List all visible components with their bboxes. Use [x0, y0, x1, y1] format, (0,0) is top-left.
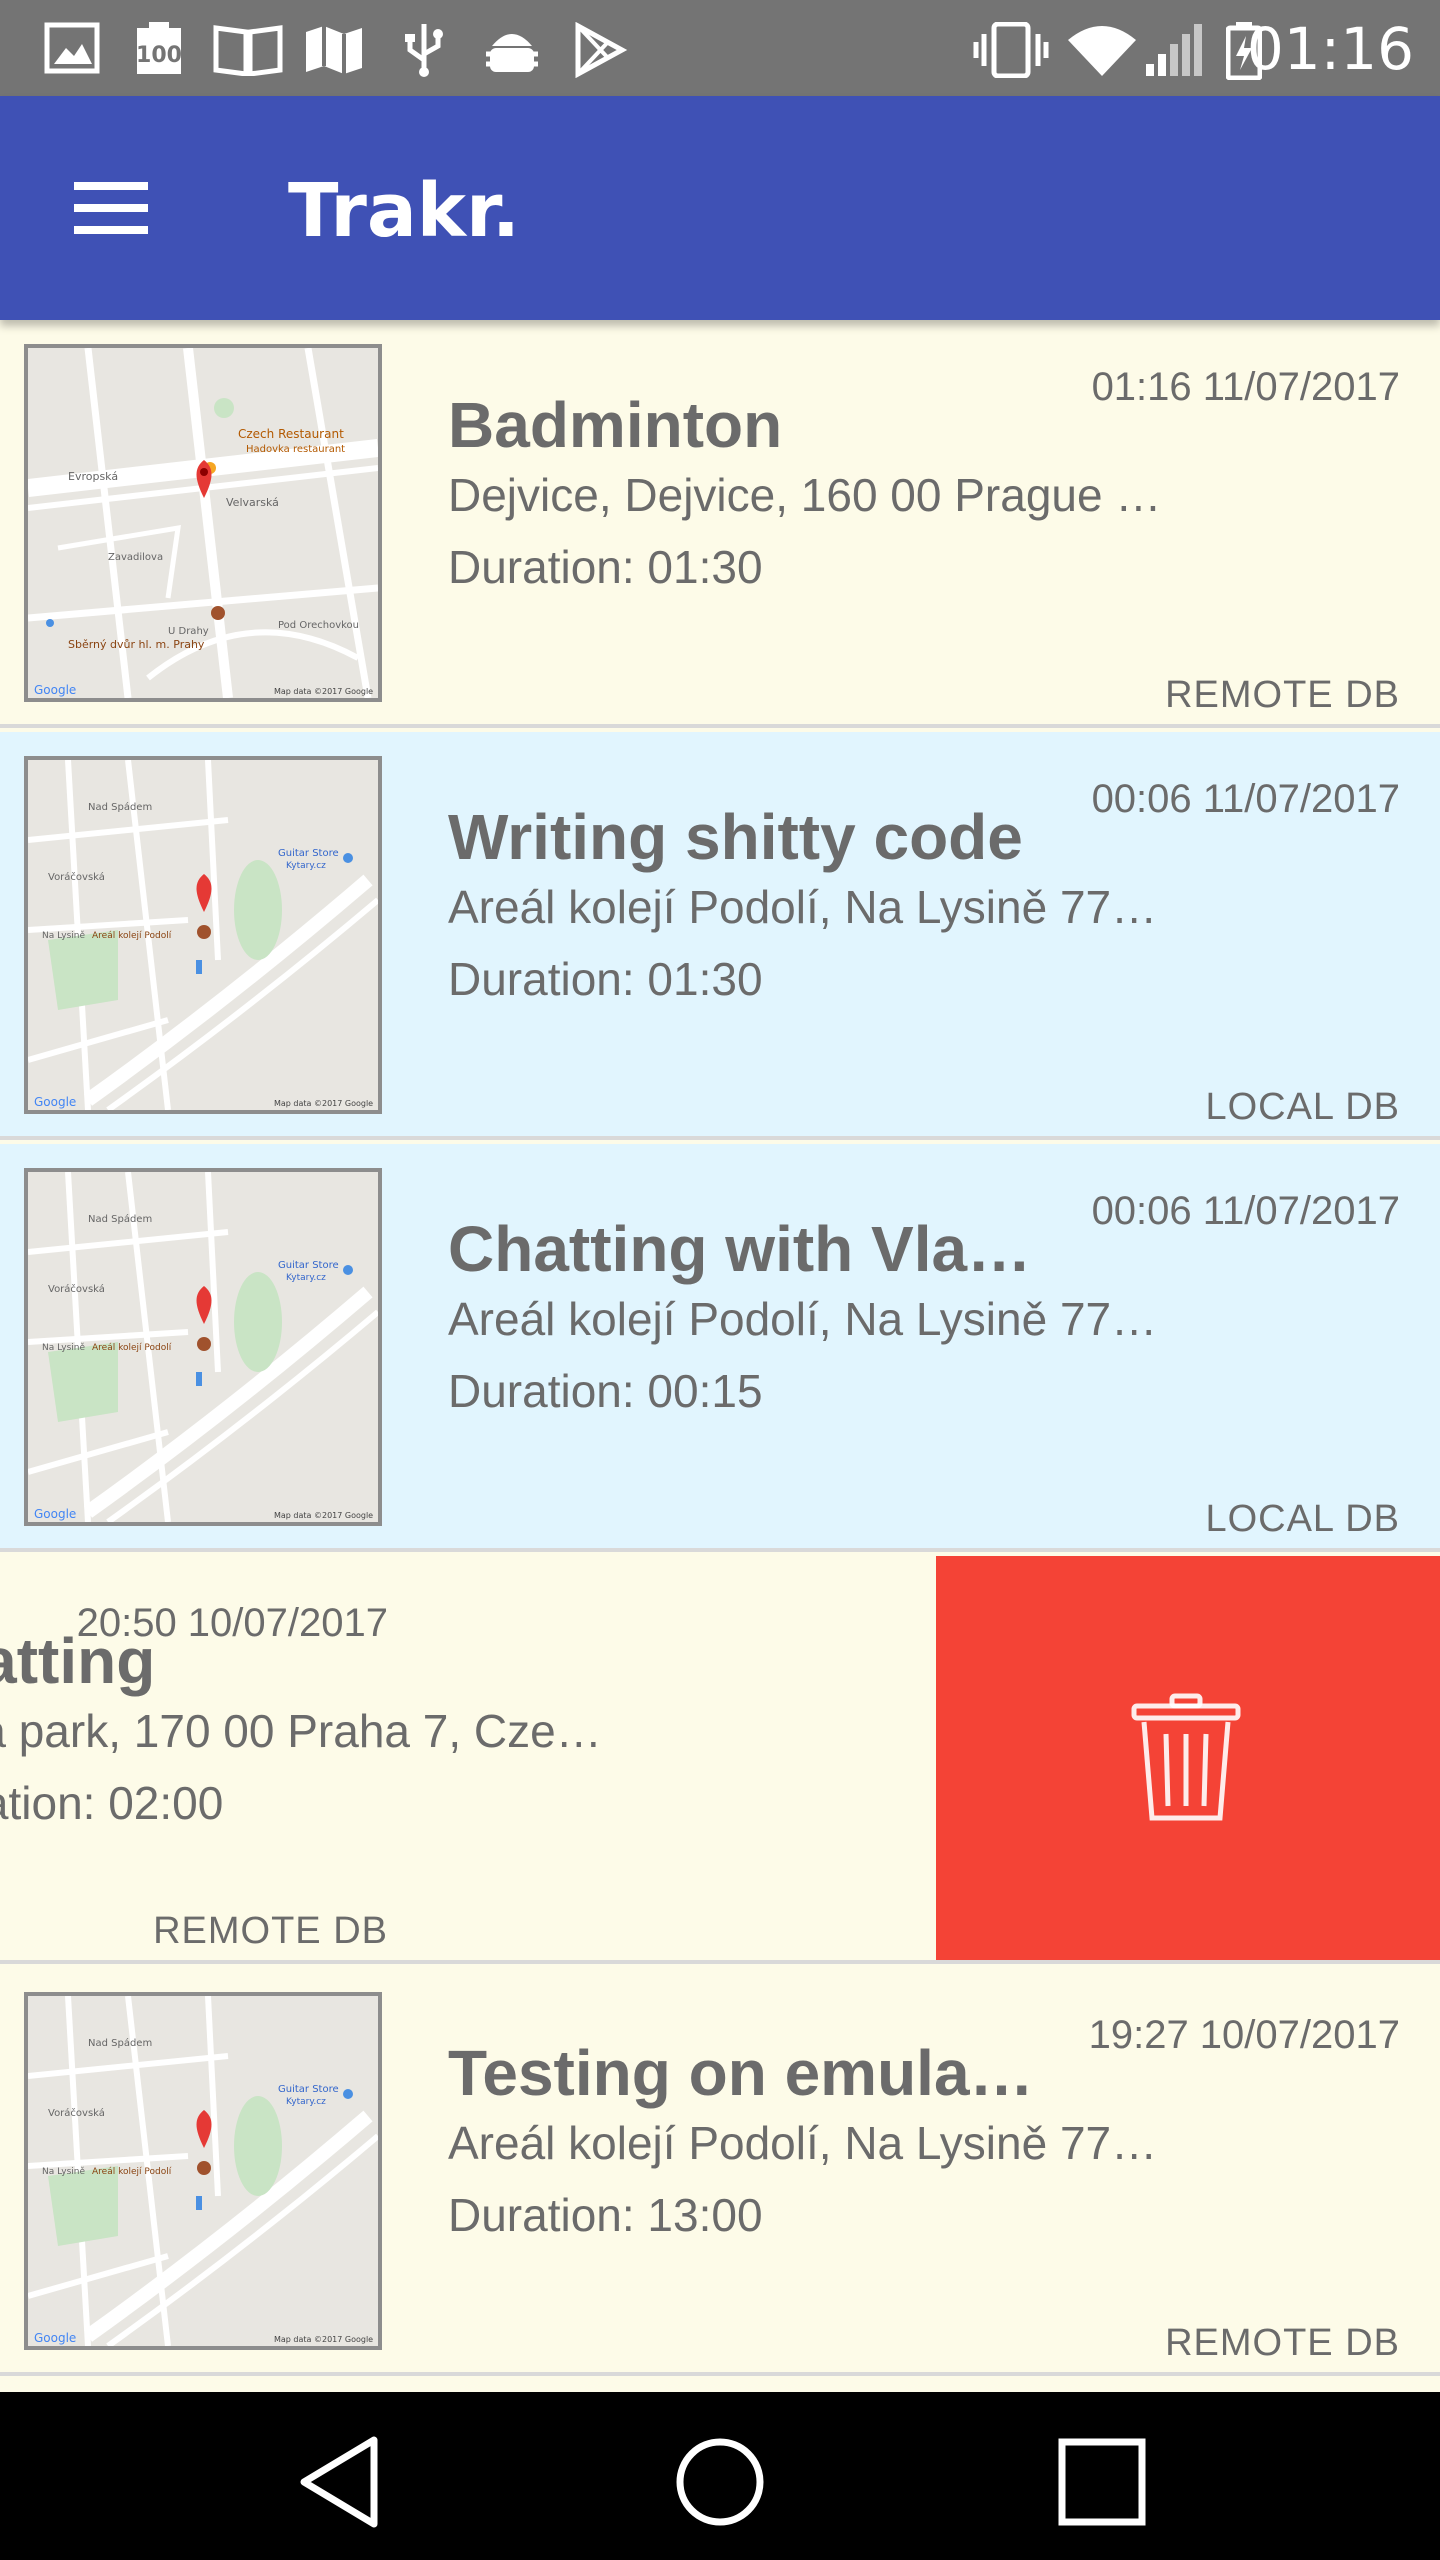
- map-thumbnail: Czech Restaurant Hadovka restaurant Evro…: [24, 344, 382, 702]
- map-label: Nad Spádem: [88, 801, 152, 813]
- activity-timestamp: 00:06 11/07/2017: [1091, 777, 1400, 821]
- map-image: Czech Restaurant Hadovka restaurant Evro…: [28, 348, 378, 698]
- activity-source-badge: REMOTE DB: [153, 1910, 388, 1952]
- map-label: Kytary.cz: [286, 1273, 326, 1283]
- back-button[interactable]: [290, 2432, 390, 2532]
- map-label: Guitar Store: [278, 848, 339, 859]
- map-label: Nad Spádem: [88, 2037, 152, 2049]
- map-label: U Drahy: [168, 626, 209, 637]
- map-google-logo: Google: [34, 1095, 76, 1109]
- map-label: Kytary.cz: [286, 2097, 326, 2107]
- activity-timestamp: 00:06 11/07/2017: [1091, 1189, 1400, 1233]
- android-debug-icon: [486, 34, 538, 72]
- map-thumbnail: Nad Spádem Voráčovská Na Lysině Areál ko…: [24, 1992, 382, 2350]
- maps-icon: [306, 26, 362, 74]
- activity-item-testing-emulator[interactable]: Nad Spádem Voráčovská Na Lysině Areál ko…: [0, 1968, 1440, 2376]
- book-icon: [213, 25, 283, 76]
- map-label: Sběrný dvůr hl. m. Prahy: [68, 638, 205, 651]
- activity-timestamp: 01:16 11/07/2017: [1091, 365, 1400, 409]
- map-label: Czech Restaurant: [238, 427, 344, 441]
- map-label: Na Lysině: [42, 1343, 86, 1353]
- activity-duration: Duration: 01:30: [448, 541, 763, 593]
- map-thumbnail: Nad Spádem Voráčovská Na Lysině Areál ko…: [24, 1168, 382, 1526]
- activity-title: Badminton: [448, 389, 783, 461]
- activity-timestamp: 19:27 10/07/2017: [1088, 2013, 1400, 2057]
- recents-button[interactable]: [1052, 2432, 1152, 2532]
- delete-action[interactable]: [936, 1556, 1440, 1960]
- app-bar: Trakr.: [0, 96, 1440, 320]
- map-attribution: Map data ©2017 Google: [274, 2335, 373, 2344]
- map-image: Nad Spádem Voráčovská Na Lysině Areál ko…: [28, 760, 378, 1110]
- back-icon: [300, 2436, 378, 2528]
- activity-source-badge: REMOTE DB: [1165, 674, 1400, 716]
- svg-text:100: 100: [136, 43, 182, 68]
- map-label: Voráčovská: [48, 2107, 105, 2119]
- wifi-icon: [1068, 26, 1136, 76]
- map-label: Na Lysině: [42, 931, 86, 941]
- activity-duration: Duration: 00:15: [448, 1365, 763, 1417]
- map-attribution: Map data ©2017 Google: [274, 1511, 373, 1520]
- hamburger-menu-icon: [74, 182, 148, 234]
- map-label: Areál kolejí Podolí: [92, 1343, 172, 1353]
- activity-source-badge: LOCAL DB: [1205, 1086, 1400, 1128]
- activity-address: Areál kolejí Podolí, Na Lysině 77…: [448, 1293, 1158, 1345]
- app-title: Trakr.: [288, 168, 521, 254]
- play-store-icon: [575, 22, 628, 78]
- usb-icon: [405, 24, 443, 77]
- activity-item-chatting-vla[interactable]: Nad Spádem Voráčovská Na Lysině Areál ko…: [0, 1144, 1440, 1552]
- activity-title: Writing shitty code: [448, 801, 1023, 873]
- map-label: Pod Orechovkou: [278, 620, 359, 631]
- activity-timestamp: 20:50 10/07/2017: [76, 1601, 388, 1645]
- map-label: Evropská: [68, 470, 118, 483]
- swiped-item-content[interactable]: hatting 20:50 10/07/2017 tna park, 170 0…: [0, 1556, 934, 1960]
- trash-icon[interactable]: [1130, 1692, 1242, 1824]
- map-image: Nad Spádem Voráčovská Na Lysině Areál ko…: [28, 1996, 378, 2346]
- battery-100-icon: 100: [136, 22, 182, 74]
- map-label: Voráčovská: [48, 1283, 105, 1295]
- map-image: Nad Spádem Voráčovská Na Lysině Areál ko…: [28, 1172, 378, 1522]
- home-button[interactable]: [670, 2432, 770, 2532]
- map-label: Hadovka restaurant: [246, 444, 345, 455]
- activity-item-chatting-swiped[interactable]: hatting 20:50 10/07/2017 tna park, 170 0…: [0, 1556, 1440, 1964]
- activity-title: Chatting with Vla…: [448, 1213, 1032, 1285]
- activity-source-badge: REMOTE DB: [1165, 2322, 1400, 2364]
- activity-duration: uration: 02:00: [0, 1777, 224, 1829]
- map-label: Kytary.cz: [286, 861, 326, 871]
- signal-icon: [1146, 24, 1202, 76]
- activity-item-badminton[interactable]: Czech Restaurant Hadovka restaurant Evro…: [0, 320, 1440, 728]
- map-attribution: Map data ©2017 Google: [274, 1099, 373, 1108]
- menu-button[interactable]: [58, 160, 164, 256]
- gallery-icon: [44, 22, 100, 74]
- activity-source-badge: LOCAL DB: [1205, 1498, 1400, 1540]
- activity-address: Areál kolejí Podolí, Na Lysině 77…: [448, 2117, 1158, 2169]
- map-google-logo: Google: [34, 1507, 76, 1521]
- activity-address: Areál kolejí Podolí, Na Lysině 77…: [448, 881, 1158, 933]
- map-label: Guitar Store: [278, 1260, 339, 1271]
- map-label: Areál kolejí Podolí: [92, 2167, 172, 2177]
- map-label: Velvarská: [226, 496, 279, 509]
- map-label: Areál kolejí Podolí: [92, 931, 172, 941]
- activity-title: Testing on emula…: [448, 2037, 1034, 2109]
- map-label: Voráčovská: [48, 871, 105, 883]
- home-icon: [676, 2438, 764, 2526]
- map-google-logo: Google: [34, 2331, 76, 2345]
- status-bar: 100 01:16: [0, 0, 1440, 96]
- activity-address: Dejvice, Dejvice, 160 00 Prague …: [448, 469, 1162, 521]
- map-label: Na Lysině: [42, 2167, 86, 2177]
- navigation-bar: [0, 2392, 1440, 2560]
- map-google-logo: Google: [34, 683, 76, 697]
- map-label: Zavadilova: [108, 552, 163, 563]
- activity-duration: Duration: 13:00: [448, 2189, 763, 2241]
- map-label: Guitar Store: [278, 2084, 339, 2095]
- map-label: Nad Spádem: [88, 1213, 152, 1225]
- recents-icon: [1058, 2438, 1146, 2526]
- map-attribution: Map data ©2017 Google: [274, 687, 373, 696]
- status-time: 01:16: [1246, 15, 1414, 83]
- map-thumbnail: Nad Spádem Voráčovská Na Lysině Areál ko…: [24, 756, 382, 1114]
- activity-duration: Duration: 01:30: [448, 953, 763, 1005]
- vibrate-icon: [973, 22, 1049, 78]
- activity-item-writing-code[interactable]: Nad Spádem Voráčovská Na Lysině Areál ko…: [0, 732, 1440, 1140]
- activity-address: tna park, 170 00 Praha 7, Cze…: [0, 1705, 602, 1757]
